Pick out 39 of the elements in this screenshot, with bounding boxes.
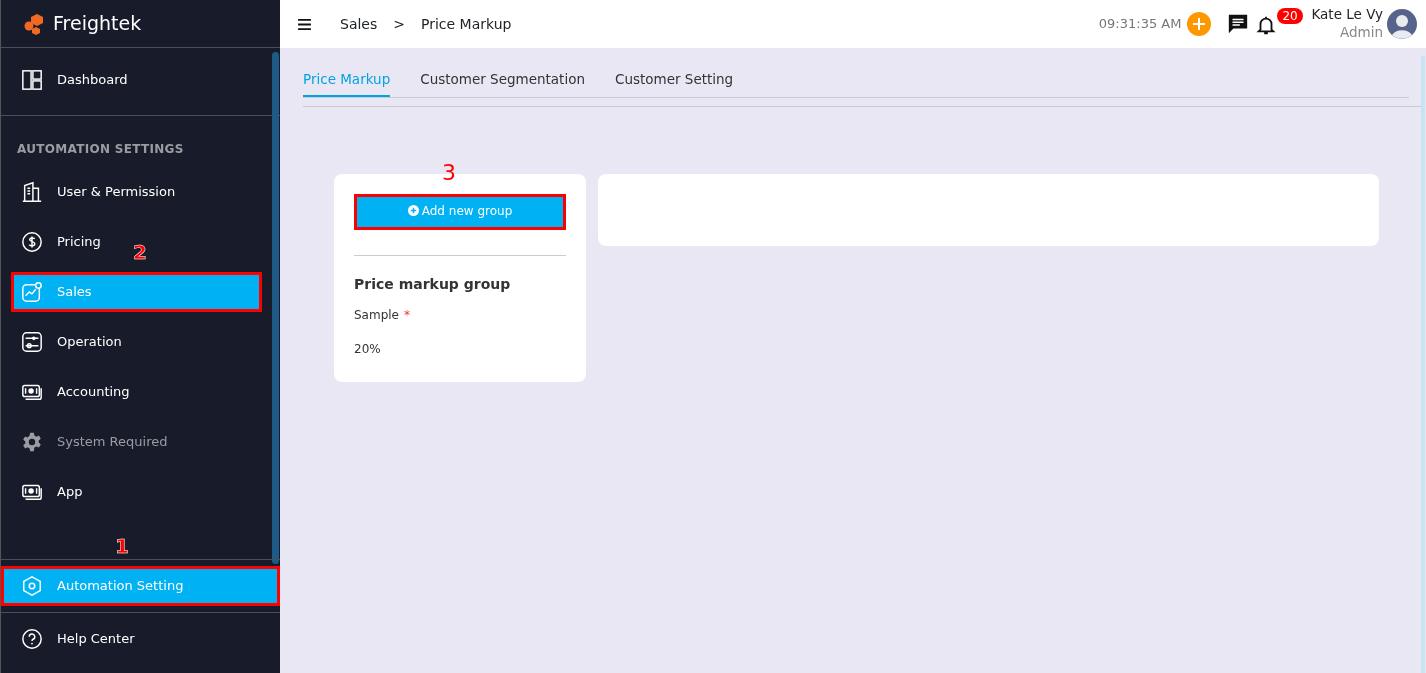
nav-item[interactable]: Operation (11, 322, 262, 362)
tab[interactable]: Customer Setting (615, 69, 734, 98)
field-label: Sample * (354, 307, 411, 325)
user-role: Admin (1339, 24, 1383, 42)
callout-number: 1 (115, 536, 129, 556)
user-name: Kate Le Vy (1311, 6, 1383, 24)
nav-item[interactable]: User & Permission (11, 172, 262, 212)
clock-time: 09:31:35 AM (1098, 15, 1182, 34)
building-icon (21, 181, 43, 203)
section-title: AUTOMATION SETTINGS (16, 141, 185, 158)
callout-number: 3 (442, 162, 456, 185)
group-title: Price markup group (354, 275, 512, 295)
help-icon (21, 628, 43, 650)
dashboard-icon (21, 69, 43, 91)
nav-item[interactable]: Accounting (11, 372, 262, 412)
gear-icon (21, 431, 43, 453)
scrollbar[interactable] (272, 52, 279, 564)
breadcrumb-link[interactable]: Sales (340, 13, 378, 35)
dollar-icon (21, 231, 43, 253)
nav-item[interactable]: Dashboard (1, 60, 280, 100)
chart-icon (21, 281, 43, 303)
chat-icon[interactable] (1227, 13, 1250, 35)
avatar[interactable] (1387, 9, 1417, 39)
tab[interactable]: Customer Segmentation (420, 69, 585, 98)
sliders-icon (21, 331, 43, 353)
field-value: 20% (354, 341, 382, 359)
notification-badge: 20 (1277, 8, 1303, 24)
bell-icon[interactable] (1255, 14, 1278, 36)
nav-item[interactable]: Help Center (1, 619, 280, 659)
nav-item[interactable]: App (11, 472, 262, 512)
breadcrumb-current: Price Markup (421, 14, 512, 34)
brand-name: Freightek (53, 11, 142, 37)
scrollbar[interactable] (1421, 56, 1425, 673)
plus-circle-icon (407, 204, 419, 216)
required-mark: * (404, 308, 410, 323)
hexagon-icon (21, 575, 43, 597)
callout-number: 2 (133, 242, 147, 262)
menu-icon[interactable] (298, 18, 311, 30)
breadcrumb-separator: > (393, 14, 405, 34)
